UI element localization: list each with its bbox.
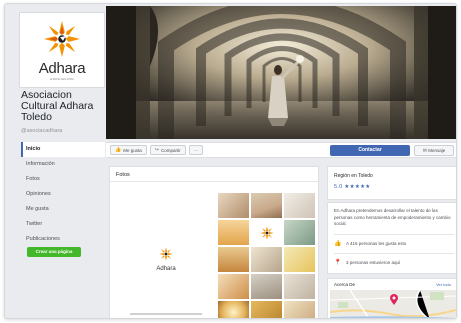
page-nav: Inicio Información Fotos Opiniones Me gu…	[21, 142, 105, 247]
photo-thumbnail[interactable]	[284, 274, 315, 299]
region-title[interactable]: Región en Toledo	[334, 173, 373, 179]
logo-subtext: ASOCIACION	[50, 76, 74, 81]
left-column: Adhara ASOCIACION Asociacion Cultural Ad…	[5, 4, 105, 318]
adhara-logo-thumb-icon	[259, 225, 274, 240]
logo-text: Adhara	[38, 59, 86, 77]
facebook-page-window: Adhara ASOCIACION Asociacion Cultural Ad…	[4, 3, 457, 319]
location-pin-icon: 📍	[334, 260, 342, 266]
share-button[interactable]: ↪ Compartir	[149, 145, 186, 155]
photo-thumbnail[interactable]	[251, 247, 282, 272]
cover-photo[interactable]	[106, 6, 456, 139]
page-description: En Adhara pretendemos desarrollar el tal…	[334, 208, 451, 226]
map-card: Acerca De Ver todo	[327, 278, 456, 318]
rating-stars[interactable]: 5.0 ★★★★★	[334, 184, 371, 190]
cover-image	[106, 6, 456, 139]
photo-thumbnail[interactable]	[218, 220, 249, 245]
checkins-count[interactable]: 3 personas estuvieron aquí	[346, 260, 400, 265]
adhara-star-small-icon	[159, 247, 173, 261]
map-title: Acerca De	[334, 282, 356, 287]
nav-item-publicaciones[interactable]: Publicaciones	[21, 232, 105, 247]
photo-thumbnail[interactable]	[251, 220, 282, 245]
more-label: ···	[193, 147, 199, 153]
location-map[interactable]	[330, 290, 456, 318]
divider	[334, 234, 454, 235]
doc-logo: Adhara	[150, 247, 182, 272]
nav-item-informacion[interactable]: Información	[21, 157, 105, 172]
nav-item-me-gusta[interactable]: Me gusta	[21, 202, 105, 217]
photo-thumbnail[interactable]	[284, 247, 315, 272]
like-label: Me gusta	[123, 147, 142, 153]
likes-count[interactable]: A 416 personas les gusta esto	[346, 241, 406, 246]
doc-footer-line	[130, 313, 202, 315]
page-handle[interactable]: @asociacadhara	[21, 128, 62, 134]
photo-thumbnail[interactable]	[218, 247, 249, 272]
checkins-row: 📍 3 personas estuvieron aquí	[334, 259, 400, 266]
region-card: Región en Toledo 5.0 ★★★★★	[327, 166, 456, 200]
share-icon: ↪	[154, 147, 159, 153]
photos-title[interactable]: Fotos	[116, 172, 130, 178]
about-card: En Adhara pretendemos desarrollar el tal…	[327, 202, 456, 274]
photo-thumbnail[interactable]	[284, 301, 315, 318]
photo-grid	[218, 193, 316, 318]
profile-picture[interactable]: Adhara ASOCIACION	[19, 12, 105, 88]
thumbs-up-icon: 👍	[334, 241, 342, 247]
nav-item-twitter[interactable]: Twitter	[21, 217, 105, 232]
like-button[interactable]: 👍 Me gusta	[110, 145, 147, 155]
photo-thumbnail[interactable]	[218, 274, 249, 299]
divider	[110, 181, 318, 182]
more-options-button[interactable]: ···	[188, 145, 204, 155]
photo-thumbnail[interactable]	[251, 274, 282, 299]
adhara-star-logo-icon	[43, 20, 81, 57]
nav-item-opiniones[interactable]: Opiniones	[21, 187, 105, 202]
likes-row: 👍 A 416 personas les gusta esto	[334, 240, 406, 247]
nav-item-fotos[interactable]: Fotos	[21, 172, 105, 187]
thumbs-up-icon: 👍	[115, 147, 122, 153]
messenger-icon: ✉	[422, 148, 427, 154]
contact-button[interactable]: Contactar	[330, 145, 410, 156]
photo-thumbnail[interactable]	[284, 193, 315, 218]
message-button[interactable]: ✉ Mensaje	[414, 145, 454, 156]
page-action-bar: 👍 Me gusta ↪ Compartir ··· Contactar ✉ M…	[106, 142, 456, 158]
doc-logo-text: Adhara	[156, 266, 176, 272]
nav-item-inicio[interactable]: Inicio	[21, 142, 105, 157]
photo-thumbnail[interactable]	[251, 193, 282, 218]
page-title[interactable]: Asociacion Cultural Adhara Toledo	[21, 90, 105, 123]
share-label: Compartir	[160, 147, 181, 153]
photo-thumbnail[interactable]	[284, 220, 315, 245]
message-label: Mensaje	[428, 148, 446, 153]
create-page-button[interactable]: Crear una página	[27, 247, 81, 257]
photo-thumbnail[interactable]	[218, 193, 249, 218]
photo-thumbnail[interactable]	[251, 301, 282, 318]
photo-thumbnail[interactable]	[218, 301, 249, 318]
divider	[334, 253, 454, 254]
photos-card: Fotos Adhara	[109, 166, 319, 318]
map-pin-icon	[390, 294, 398, 305]
see-all-link[interactable]: Ver todo	[436, 282, 451, 287]
featured-photo[interactable]: Adhara	[116, 189, 216, 317]
